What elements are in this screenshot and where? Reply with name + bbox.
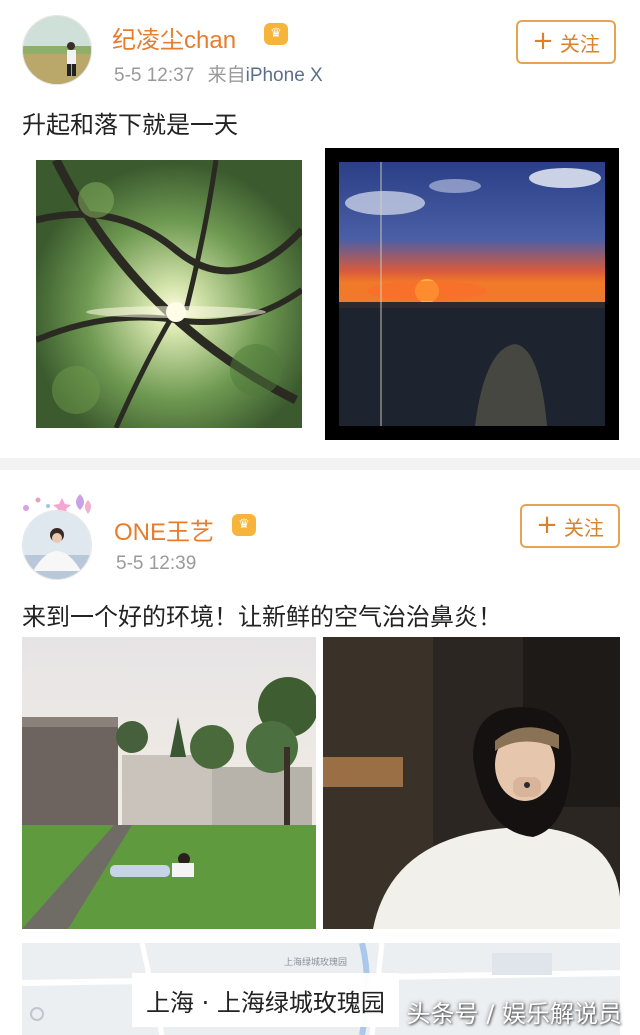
username[interactable]: ONE王艺 bbox=[114, 512, 214, 547]
crown-badge-icon: ♛ bbox=[232, 514, 256, 536]
crown-badge-icon: ♛ bbox=[264, 23, 288, 45]
map-label: 上海绿城玫瑰园 bbox=[284, 958, 348, 968]
follow-button[interactable]: + 关注 bbox=[516, 20, 616, 64]
post-meta: 5-5 12:37 来自iPhone X bbox=[114, 60, 323, 87]
follow-label: 关注 bbox=[559, 31, 600, 56]
plus-icon: + bbox=[532, 26, 554, 56]
source-prefix: 来自 bbox=[207, 65, 246, 86]
portrait-photo[interactable] bbox=[323, 637, 620, 929]
weibo-post-1: 纪凌尘chan ♛ 5-5 12:37 来自iPhone X + 关注 升起和落… bbox=[0, 0, 640, 458]
weibo-post-2: ONE王艺 ♛ 5-5 12:39 + 关注 来到一个好的环境！让新鲜的空气治治… bbox=[0, 470, 640, 1035]
timestamp: 5-5 12:39 bbox=[116, 553, 197, 574]
post-text: 升起和落下就是一天 bbox=[22, 111, 238, 139]
lawn-photo[interactable] bbox=[22, 637, 316, 929]
tree-sunlight-photo[interactable] bbox=[36, 160, 302, 428]
plus-icon: + bbox=[536, 510, 558, 540]
avatar[interactable] bbox=[22, 510, 92, 580]
username[interactable]: 纪凌尘chan bbox=[112, 20, 236, 55]
timestamp: 5-5 12:37 bbox=[114, 65, 195, 86]
sunset-photo[interactable] bbox=[325, 148, 619, 440]
watermark: 头条号 / 娱乐解说员 bbox=[406, 1000, 622, 1028]
avatar[interactable] bbox=[22, 15, 92, 85]
location-tag[interactable]: 上海 · 上海绿城玫瑰园 bbox=[132, 973, 399, 1027]
post-meta: 5-5 12:39 bbox=[116, 553, 196, 575]
follow-button[interactable]: + 关注 bbox=[520, 504, 620, 548]
map-pin-icon bbox=[30, 1007, 44, 1021]
source-device[interactable]: iPhone X bbox=[246, 65, 323, 86]
location-text: 上海 · 上海绿城玫瑰园 bbox=[146, 988, 385, 1017]
follow-label: 关注 bbox=[563, 515, 604, 540]
post-text: 来到一个好的环境！让新鲜的空气治治鼻炎！ bbox=[22, 603, 502, 631]
